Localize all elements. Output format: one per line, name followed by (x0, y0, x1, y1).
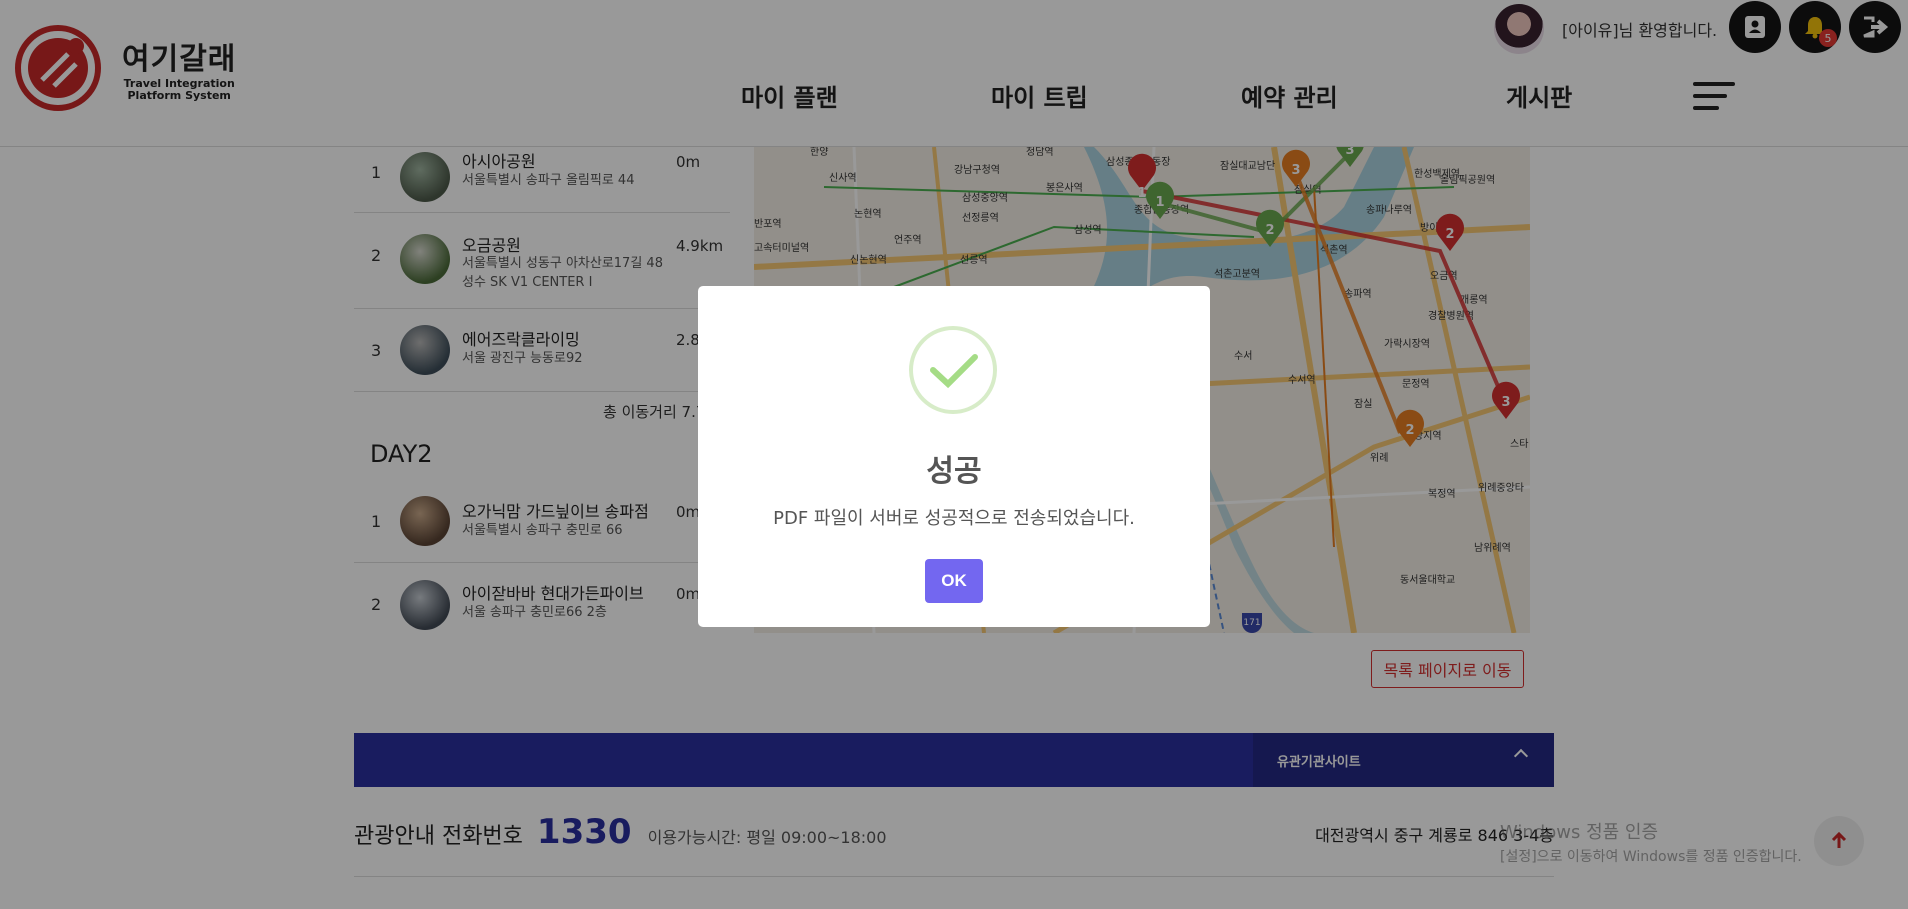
success-check-icon (909, 326, 997, 414)
dialog-message: PDF 파일이 서버로 성공적으로 전송되었습니다. (773, 508, 1135, 529)
dialog-title: 성공 (926, 454, 982, 489)
success-dialog: 성공 PDF 파일이 서버로 성공적으로 전송되었습니다. OK (698, 286, 1210, 627)
ok-button[interactable]: OK (925, 559, 983, 603)
